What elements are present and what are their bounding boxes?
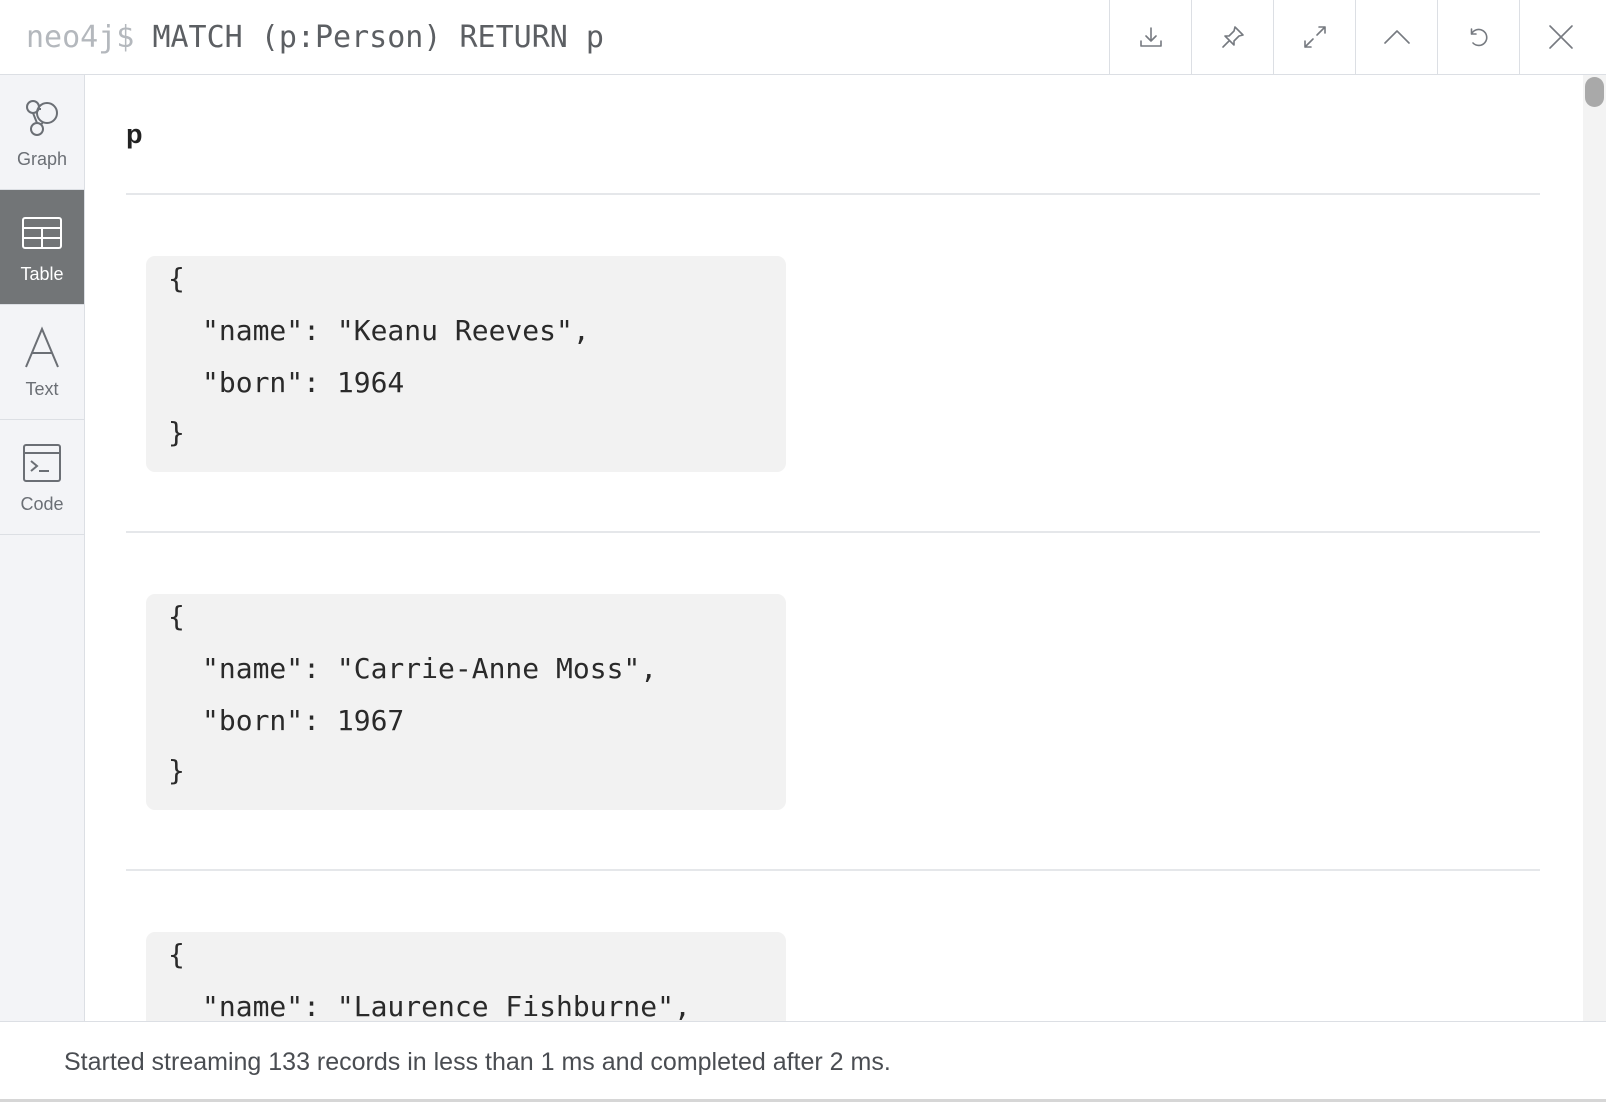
chevron-up-icon — [1383, 30, 1410, 44]
sidebar-item-table[interactable]: Table — [0, 190, 84, 305]
json-name-line: "name": "Carrie-Anne Moss", — [202, 652, 658, 685]
collapse-button[interactable] — [1355, 0, 1437, 74]
text-icon — [25, 325, 59, 367]
sidebar-label-code: Code — [20, 493, 64, 514]
status-bar: Started streaming 133 records in less th… — [0, 1021, 1606, 1102]
download-icon — [1139, 27, 1162, 47]
json-open-brace: { — [168, 262, 185, 295]
sidebar-label-table: Table — [20, 263, 64, 284]
query-header: neo4j$ MATCH (p:Person) RETURN p — [0, 0, 1606, 75]
scrollbar[interactable] — [1583, 75, 1606, 1021]
table-icon — [22, 216, 62, 249]
record-card[interactable]: { "name": "Keanu Reeves", "born": 1964 } — [146, 256, 786, 472]
code-icon — [23, 443, 61, 482]
record-card[interactable]: { "name": "Laurence Fishburne", — [146, 932, 786, 1021]
rerun-button[interactable] — [1437, 0, 1519, 74]
json-name-line: "name": "Laurence Fishburne", — [202, 990, 691, 1021]
record-card[interactable]: { "name": "Carrie-Anne Moss", "born": 19… — [146, 594, 786, 810]
json-born-line: "born": 1967 — [202, 704, 405, 737]
prompt-label: neo4j$ — [26, 20, 135, 55]
refresh-icon — [1470, 28, 1487, 47]
sidebar-label-text: Text — [25, 378, 59, 399]
json-name-line: "name": "Keanu Reeves", — [202, 314, 590, 347]
sidebar-item-graph[interactable]: Graph — [0, 75, 84, 190]
json-open-brace: { — [168, 938, 185, 971]
json-born-line: "born": 1964 — [202, 366, 405, 399]
json-open-brace: { — [168, 600, 185, 633]
view-sidebar: Graph Table Text Code — [0, 75, 85, 1021]
column-header: p — [126, 119, 143, 149]
query-command[interactable]: MATCH (p:Person) RETURN p — [152, 20, 604, 55]
sidebar-item-text[interactable]: Text — [0, 305, 84, 420]
close-button[interactable] — [1519, 0, 1601, 74]
scrollbar-thumb[interactable] — [1585, 77, 1604, 107]
download-button[interactable] — [1109, 0, 1191, 74]
sidebar-label-graph: Graph — [16, 148, 68, 169]
row-divider — [126, 193, 1540, 195]
pin-button[interactable] — [1191, 0, 1273, 74]
graph-icon — [26, 99, 58, 136]
pin-icon — [1221, 26, 1244, 48]
json-close-brace: } — [168, 416, 185, 449]
sidebar-item-code[interactable]: Code — [0, 420, 84, 535]
row-divider — [126, 869, 1540, 871]
json-close-brace: } — [168, 754, 185, 787]
close-icon — [1548, 25, 1573, 49]
query-text[interactable]: neo4j$ MATCH (p:Person) RETURN p — [26, 18, 604, 58]
row-divider — [126, 531, 1540, 533]
status-message: Started streaming 133 records in less th… — [64, 1048, 891, 1076]
fullscreen-button[interactable] — [1273, 0, 1355, 74]
expand-icon — [1303, 26, 1326, 48]
table-results: p { "name": "Keanu Reeves", "born": 1964… — [85, 75, 1583, 1021]
